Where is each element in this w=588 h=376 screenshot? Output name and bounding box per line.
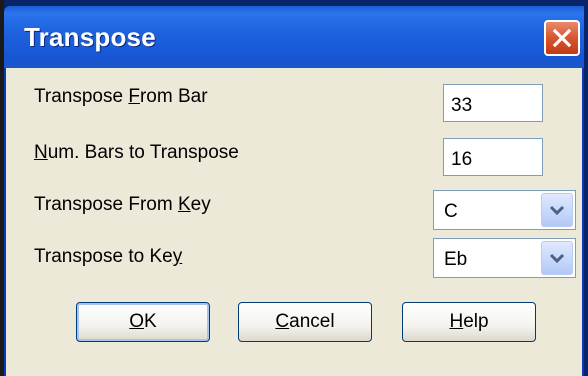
from-bar-input[interactable]: 33 (443, 84, 543, 122)
close-icon (552, 28, 572, 48)
from-key-select[interactable]: C (433, 190, 576, 230)
chevron-down-icon (549, 253, 565, 264)
to-key-select[interactable]: Eb (433, 238, 576, 278)
from-bar-label: Transpose From Bar (34, 86, 208, 107)
from-key-dropdown-button[interactable] (541, 193, 573, 227)
close-button[interactable] (544, 20, 580, 56)
from-key-value: C (444, 201, 458, 222)
transpose-dialog: Transpose Transpose From Bar 33 Num. Bar… (0, 0, 588, 376)
window-title: Transpose (24, 22, 156, 52)
num-bars-input[interactable]: 16 (443, 138, 543, 176)
num-bars-label: Num. Bars to Transpose (34, 142, 239, 163)
help-button[interactable]: Help (402, 302, 536, 342)
to-key-label: Transpose to Key (34, 246, 183, 267)
ok-button[interactable]: OK (76, 302, 210, 342)
from-key-label: Transpose From Key (34, 194, 211, 215)
title-bar[interactable]: Transpose (4, 6, 584, 68)
dialog-body: Transpose From Bar 33 Num. Bars to Trans… (4, 68, 584, 376)
chevron-down-icon (549, 205, 565, 216)
cancel-button[interactable]: Cancel (238, 302, 372, 342)
to-key-value: Eb (444, 249, 468, 270)
to-key-dropdown-button[interactable] (541, 241, 573, 275)
